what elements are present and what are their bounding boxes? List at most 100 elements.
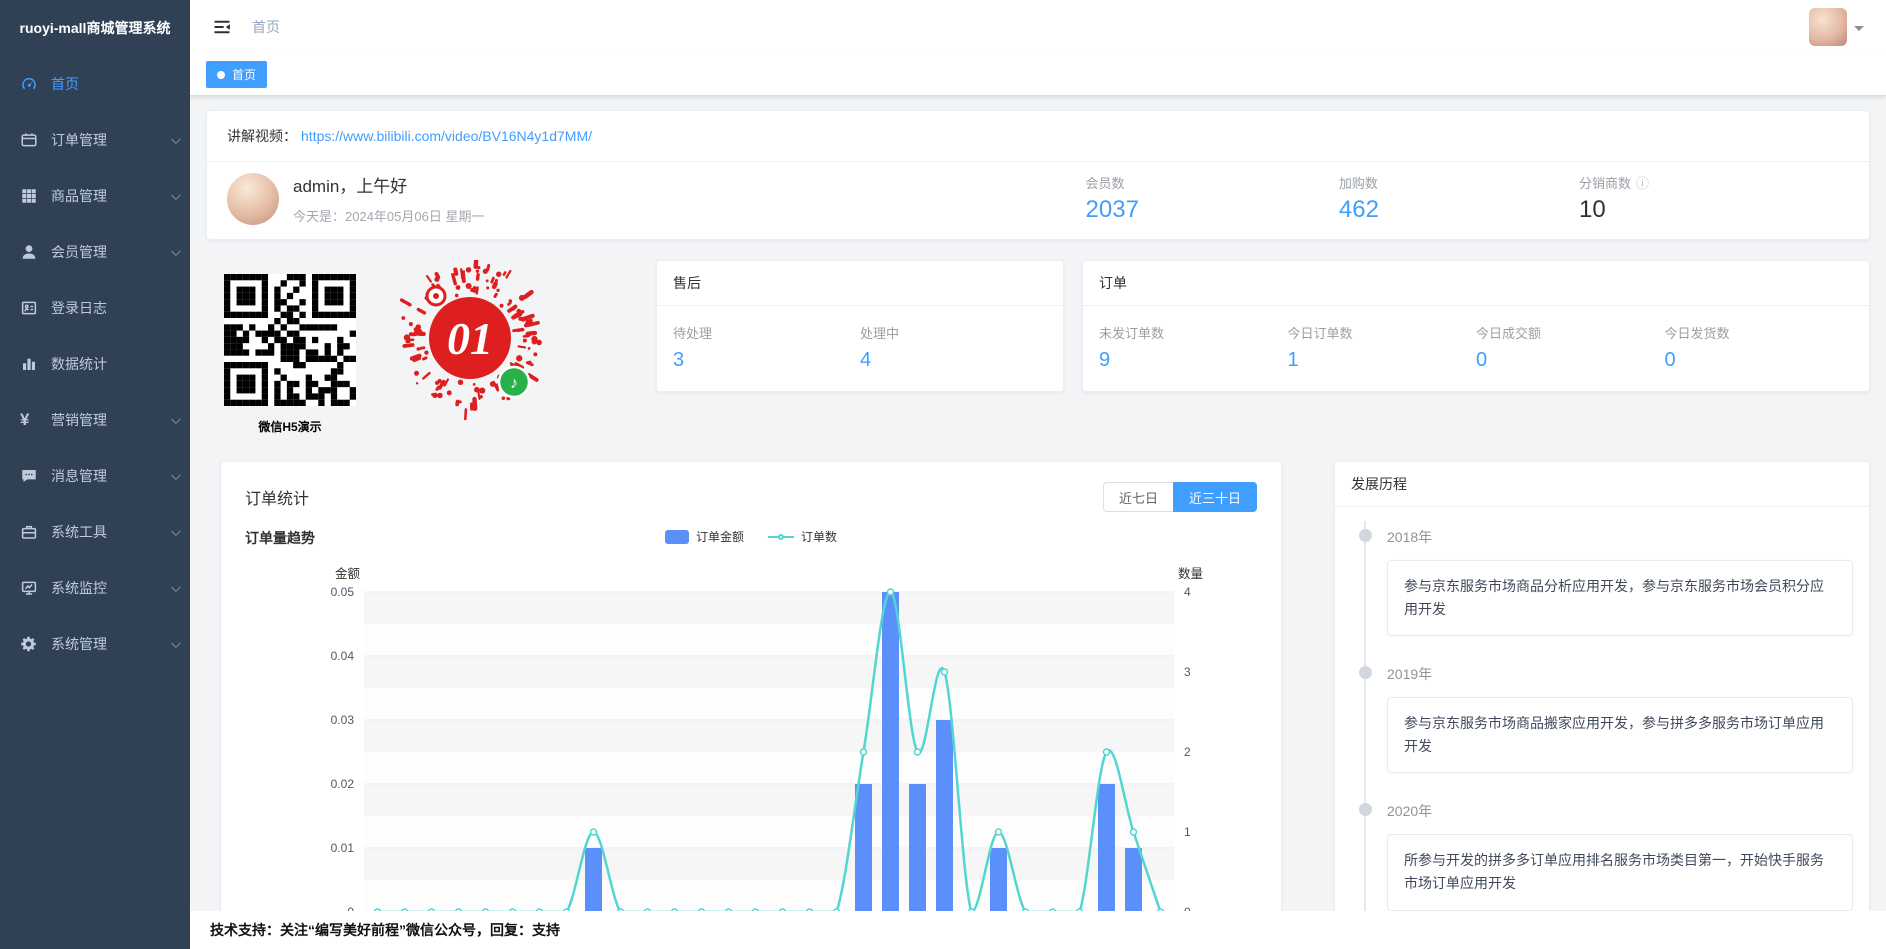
bar-04-30 — [990, 848, 1007, 912]
svg-text:4: 4 — [1184, 585, 1191, 599]
svg-text:0.04: 0.04 — [331, 649, 355, 663]
greeting-row: admin，上午好 今天是：2024年05月06日 星期一 会员数 2037 加购数… — [207, 162, 1869, 239]
sidebar-item-member[interactable]: 会员管理 — [0, 224, 190, 280]
range-button-group: 近七日近三十日 — [1103, 482, 1257, 512]
order-stats: 未发订单数9今日订单数1今日成交额0今日发货数0 — [1083, 306, 1869, 372]
bar-04-26 — [882, 592, 899, 912]
bar-04-27 — [909, 784, 926, 912]
sidebar-item-product[interactable]: 商品管理 — [0, 168, 190, 224]
chevron-down-icon — [171, 134, 181, 144]
stat-label: 今日发货数 — [1665, 323, 1854, 342]
chart-card-title: 订单统计 — [245, 485, 309, 509]
bar-04-28 — [936, 720, 953, 912]
order-trend-chart: 00.010.020.030.040.0501234金额数量04-0704-08… — [244, 558, 1258, 949]
stat-value: 10 — [1579, 196, 1649, 224]
svg-text:金额: 金额 — [335, 566, 361, 581]
timeline-entry-2019年: 2019年参与京东服务市场商品搬家应用开发，参与拼多多服务市场订单应用开发 — [1335, 664, 1869, 801]
message-icon — [20, 467, 38, 485]
video-label: 讲解视频： — [227, 128, 297, 144]
stat-待处理: 待处理3 — [673, 323, 860, 372]
sidebar-item-label: 系统工具 — [51, 522, 107, 542]
sidebar-item-marketing[interactable]: ¥营销管理 — [0, 392, 190, 448]
stat-加购数: 加购数462 — [1339, 173, 1379, 224]
sidebar-item-message[interactable]: 消息管理 — [0, 448, 190, 504]
stat-value: 2037 — [1086, 196, 1139, 224]
sidebar-item-label: 数据统计 — [51, 354, 107, 374]
sidebar-item-sys-monitor[interactable]: 系统监控 — [0, 560, 190, 616]
range-button-近三十日[interactable]: 近三十日 — [1173, 482, 1257, 512]
tag-首页[interactable]: 首页 — [206, 61, 267, 88]
stat-label: 会员数 — [1086, 173, 1139, 192]
video-link[interactable]: https://www.bilibili.com/video/BV16N4y1d… — [301, 128, 592, 144]
stat-label: 处理中 — [860, 323, 1047, 342]
sidebar-toggle-button[interactable] — [212, 17, 232, 37]
svg-text:3: 3 — [1184, 665, 1191, 679]
timeline-text: 参与京东服务市场商品分析应用开发，参与京东服务市场会员积分应用开发 — [1387, 560, 1853, 636]
bar-04-15 — [585, 848, 602, 912]
sidebar-item-home[interactable]: 首页 — [0, 56, 190, 112]
order-card: 订单 未发订单数9今日订单数1今日成交额0今日发货数0 — [1082, 260, 1870, 392]
svg-text:01: 01 — [447, 313, 493, 364]
stat-今日发货数: 今日发货数 0 — [1665, 323, 1854, 372]
sidebar-item-login-log[interactable]: 登录日志 — [0, 280, 190, 336]
main-column: 首页 首页 讲解视频：https://www.bilibili.com/vide… — [190, 0, 1886, 949]
timeline-year: 2020年 — [1387, 801, 1853, 821]
stat-今日订单数: 今日订单数1 — [1288, 323, 1477, 372]
timeline-dot — [1359, 529, 1372, 542]
tag-active-dot — [217, 71, 225, 79]
chevron-down-icon — [171, 582, 181, 592]
breadcrumb: 首页 — [252, 17, 280, 37]
stat-label: 未发订单数 — [1099, 323, 1288, 342]
chevron-down-icon — [171, 526, 181, 536]
svg-text:2: 2 — [1184, 745, 1191, 759]
bar-05-05 — [1125, 848, 1142, 912]
stat-value: 0 — [1665, 349, 1854, 372]
greeting-stats: 会员数2037加购数462分销商数ⓘ10 — [1086, 173, 1649, 224]
stat-label: 今日成交额 — [1476, 323, 1665, 342]
member-icon — [20, 243, 38, 261]
timeline-card: 发展历程 2018年参与京东服务市场商品分析应用开发，参与京东服务市场会员积分应… — [1334, 461, 1870, 949]
product-grid-icon — [20, 187, 38, 205]
range-button-近七日[interactable]: 近七日 — [1103, 482, 1174, 512]
sidebar-item-label: 会员管理 — [51, 242, 107, 262]
main-content: 讲解视频：https://www.bilibili.com/video/BV16… — [190, 96, 1886, 949]
svg-text:1: 1 — [1184, 825, 1191, 839]
top-navbar: 首页 — [190, 0, 1886, 54]
chevron-down-icon — [171, 470, 181, 480]
navbar-right — [1809, 8, 1864, 46]
legend-label: 订单金额 — [696, 528, 744, 545]
greeting-text: admin，上午好 今天是：2024年05月06日 星期一 — [293, 172, 484, 225]
bar-series-swatch — [665, 530, 689, 544]
user-menu-caret-icon[interactable] — [1854, 26, 1864, 36]
tags-view-bar: 首页 — [190, 54, 1886, 96]
timeline-year: 2019年 — [1387, 664, 1853, 684]
greeting-title: admin，上午好 — [293, 172, 484, 197]
sidebar-item-order[interactable]: 订单管理 — [0, 112, 190, 168]
sidebar-item-label: 商品管理 — [51, 186, 107, 206]
sidebar-item-sys-tools[interactable]: 系统工具 — [0, 504, 190, 560]
user-avatar[interactable] — [1809, 8, 1847, 46]
qr-zone: 微信H5演示 01♪ — [206, 260, 638, 435]
legend-item-order-count[interactable]: 订单数 — [768, 528, 837, 545]
sidebar-item-data-stats[interactable]: 数据统计 — [0, 336, 190, 392]
sidebar-item-sys-manage[interactable]: 系统管理 — [0, 616, 190, 672]
sidebar-item-label: 系统管理 — [51, 634, 107, 654]
app-root: ruoyi-mall商城管理系统 首页订单管理商品管理会员管理登录日志数据统计¥… — [0, 0, 1886, 949]
order-card-title: 订单 — [1083, 261, 1869, 306]
legend-item-order-amount[interactable]: 订单金额 — [665, 528, 744, 545]
app-title: ruoyi-mall商城管理系统 — [0, 0, 190, 56]
order-icon — [20, 131, 38, 149]
row-qr-and-cards: 微信H5演示 01♪ 售后 待处理3处理中4 订单 未发订单数9今日订单数1今日… — [206, 260, 1870, 435]
monitor-icon — [20, 579, 38, 597]
bar-05-04 — [1098, 784, 1115, 912]
info-icon[interactable]: ⓘ — [1636, 173, 1649, 192]
sidebar-item-label: 登录日志 — [51, 298, 107, 318]
timeline-dot — [1359, 666, 1372, 679]
svg-text:0.01: 0.01 — [331, 841, 355, 855]
svg-text:0.02: 0.02 — [331, 777, 355, 791]
timeline-entry-2018年: 2018年参与京东服务市场商品分析应用开发，参与京东服务市场会员积分应用开发 — [1335, 527, 1869, 664]
timeline-text: 所参与开发的拼多多订单应用排名服务市场类目第一，开始快手服务市场订单应用开发 — [1387, 834, 1853, 910]
footer-text: 技术支持：关注“编写美好前程”微信公众号，回复：支持 — [210, 920, 560, 940]
chart-card-header: 订单统计 近七日近三十日 — [221, 462, 1281, 516]
sidebar-item-label: 消息管理 — [51, 466, 107, 486]
